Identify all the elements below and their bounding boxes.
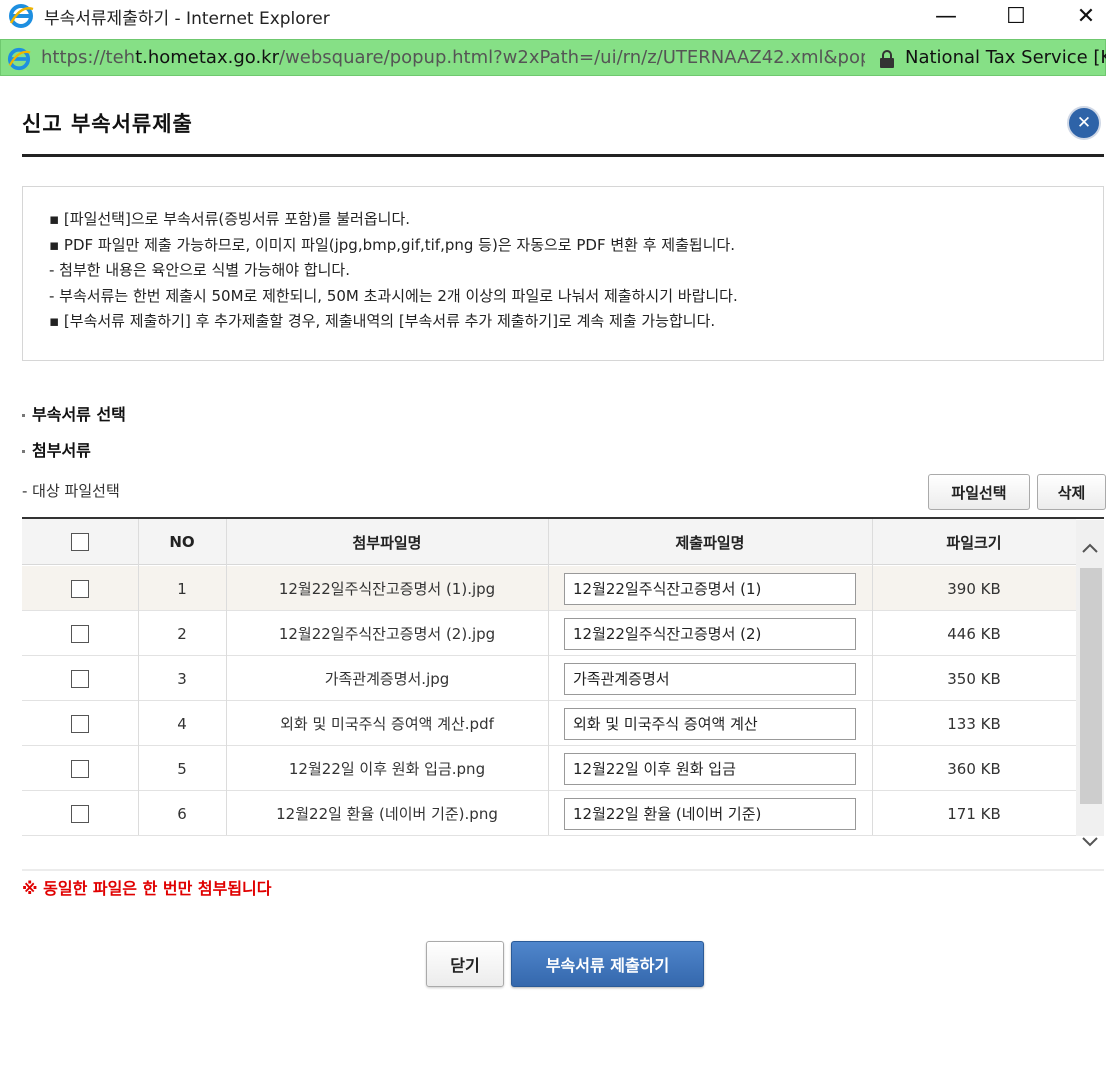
header-submit-name: 제출파일명 [675, 533, 745, 552]
row-file-size: 133 KB [947, 714, 1001, 733]
bullet-icon [22, 450, 25, 453]
section-select-label: 부속서류 선택 [22, 401, 126, 425]
row-no: 5 [177, 759, 187, 778]
row-checkbox[interactable] [71, 804, 89, 823]
table-row[interactable]: 5 12월22일 이후 원화 입금.png 12월22일 이후 원화 입금 360 K… [22, 746, 1076, 791]
duplicate-warning: ※ 동일한 파일은 한 번만 첨부됩니다 [22, 879, 272, 898]
table-row[interactable]: 1 12월22일주식잔고증명서 (1).jpg 12월22일주식잔고증명서 (1) 3… [22, 566, 1076, 611]
row-file-size: 360 KB [947, 759, 1001, 778]
row-no: 1 [177, 579, 187, 598]
column-divider [138, 519, 139, 835]
close-button[interactable]: 닫기 [426, 941, 504, 987]
title-divider [22, 154, 1104, 157]
notice-line: ▪ [부속서류 제출하기] 후 추가제출할 경우, 제출내역의 [부속서류 추가… [49, 312, 716, 330]
certificate-label[interactable]: National Tax Service [KR] [905, 47, 1106, 68]
notice-line: - 첨부한 내용은 육안으로 식별 가능해야 합니다. [49, 261, 350, 279]
scrollbar-thumb[interactable] [1080, 568, 1102, 804]
attachment-table: NO 첨부파일명 제출파일명 파일크기 1 12월22일주식잔고증명서 (1).j… [22, 517, 1104, 847]
url-domain: t.hometax.go.kr [135, 47, 280, 68]
minimize-button[interactable]: — [916, 0, 976, 32]
url-path: /websquare/popup.html?w2xPath=/ui/rn/z/U… [279, 47, 865, 68]
submit-name-input[interactable]: 12월22일주식잔고증명서 (1) [564, 573, 856, 605]
submit-name-input[interactable]: 12월22일 환율 (네이버 기준) [564, 798, 856, 830]
notice-line: ▪ PDF 파일만 제출 가능하므로, 이미지 파일(jpg,bmp,gif,t… [49, 235, 736, 254]
row-checkbox-cell [22, 566, 138, 611]
file-select-button[interactable]: 파일선택 [928, 474, 1030, 510]
row-attached-name: 12월22일 이후 원화 입금.png [288, 760, 486, 778]
row-checkbox-cell [22, 701, 138, 746]
row-attached-name: 12월22일주식잔고증명서 (2).jpg [278, 625, 496, 643]
row-attached-name: 외화 및 미국주식 증여액 계산.pdf [280, 715, 494, 733]
column-divider [872, 519, 873, 835]
row-file-size: 171 KB [947, 804, 1001, 823]
address-bar[interactable]: https://teht.hometax.go.kr/websquare/pop… [0, 39, 1106, 76]
row-attached-name: 12월22일주식잔고증명서 (1).jpg [278, 580, 496, 598]
section-attach-label: 첨부서류 [22, 437, 91, 461]
section-select-text: 부속서류 선택 [32, 405, 126, 424]
close-icon[interactable]: ✕ [1067, 106, 1101, 140]
table-bottom-border [22, 869, 1104, 871]
row-checkbox[interactable] [71, 579, 89, 598]
url-text[interactable]: https://teht.hometax.go.kr/websquare/pop… [41, 47, 865, 68]
url-scheme: https://teh [41, 47, 136, 68]
row-no: 4 [177, 714, 187, 733]
row-checkbox-cell [22, 656, 138, 701]
submit-name-input[interactable]: 12월22일주식잔고증명서 (2) [564, 618, 856, 650]
delete-button[interactable]: 삭제 [1037, 474, 1106, 510]
row-checkbox-cell [22, 791, 138, 836]
column-divider [548, 519, 549, 835]
submit-attachments-button[interactable]: 부속서류 제출하기 [511, 941, 704, 987]
row-attached-name: 가족관계증명서.jpg [324, 670, 450, 688]
target-file-label: - 대상 파일선택 [22, 482, 120, 500]
submit-name-input[interactable]: 가족관계증명서 [564, 663, 856, 695]
row-checkbox[interactable] [71, 759, 89, 778]
notice-line: ▪ [파일선택]으로 부속서류(증빙서류 포함)를 불러옵니다. [49, 210, 411, 228]
select-all-cell [22, 519, 138, 565]
row-file-size: 350 KB [947, 669, 1001, 688]
window-titlebar: 부속서류제출하기 - Internet Explorer — ☐ ✕ [0, 0, 1106, 32]
row-checkbox-cell [22, 611, 138, 656]
row-no: 3 [177, 669, 187, 688]
header-size: 파일크기 [946, 533, 1002, 552]
window-title: 부속서류제출하기 - Internet Explorer [44, 9, 330, 29]
header-attached-name: 첨부파일명 [352, 533, 422, 552]
bullet-icon [22, 414, 25, 417]
section-attach-text: 첨부서류 [32, 441, 91, 460]
notice-line: - 부속서류는 한번 제출시 50M로 제한되니, 50M 초과시에는 2개 이… [49, 286, 738, 305]
chevron-up-icon[interactable] [1076, 528, 1104, 568]
row-attached-name: 12월22일 환율 (네이버 기준).png [276, 805, 498, 823]
header-no: NO [169, 533, 195, 551]
table-header: NO 첨부파일명 제출파일명 파일크기 [22, 519, 1076, 565]
page-title: 신고 부속서류제출 [22, 112, 193, 136]
ie-icon [9, 4, 34, 28]
row-file-size: 390 KB [947, 579, 1001, 598]
column-divider [226, 519, 227, 835]
table-scrollbar[interactable] [1076, 520, 1104, 847]
select-all-checkbox[interactable] [71, 533, 89, 551]
window-close-button[interactable]: ✕ [1056, 0, 1106, 32]
row-checkbox-cell [22, 746, 138, 791]
lock-icon[interactable] [877, 49, 897, 69]
table-row[interactable]: 6 12월22일 환율 (네이버 기준).png 12월22일 환율 (네이버 기준… [22, 791, 1076, 836]
notice-box: ▪ [파일선택]으로 부속서류(증빙서류 포함)를 불러옵니다. ▪ PDF 파… [22, 186, 1104, 361]
table-row[interactable]: 4 외화 및 미국주식 증여액 계산.pdf 외화 및 미국주식 증여액 계산 133… [22, 701, 1076, 746]
row-file-size: 446 KB [947, 624, 1001, 643]
ie-icon [7, 47, 31, 71]
maximize-button[interactable]: ☐ [986, 0, 1046, 32]
row-no: 2 [177, 624, 187, 643]
row-checkbox[interactable] [71, 714, 89, 733]
table-row[interactable]: 2 12월22일주식잔고증명서 (2).jpg 12월22일주식잔고증명서 (2) 4… [22, 611, 1076, 656]
chevron-down-icon[interactable] [1076, 822, 1104, 862]
submit-name-input[interactable]: 외화 및 미국주식 증여액 계산 [564, 708, 856, 740]
row-checkbox[interactable] [71, 669, 89, 688]
table-row[interactable]: 3 가족관계증명서.jpg 가족관계증명서 350 KB [22, 656, 1076, 701]
submit-name-input[interactable]: 12월22일 이후 원화 입금 [564, 753, 856, 785]
row-checkbox[interactable] [71, 624, 89, 643]
row-no: 6 [177, 804, 187, 823]
